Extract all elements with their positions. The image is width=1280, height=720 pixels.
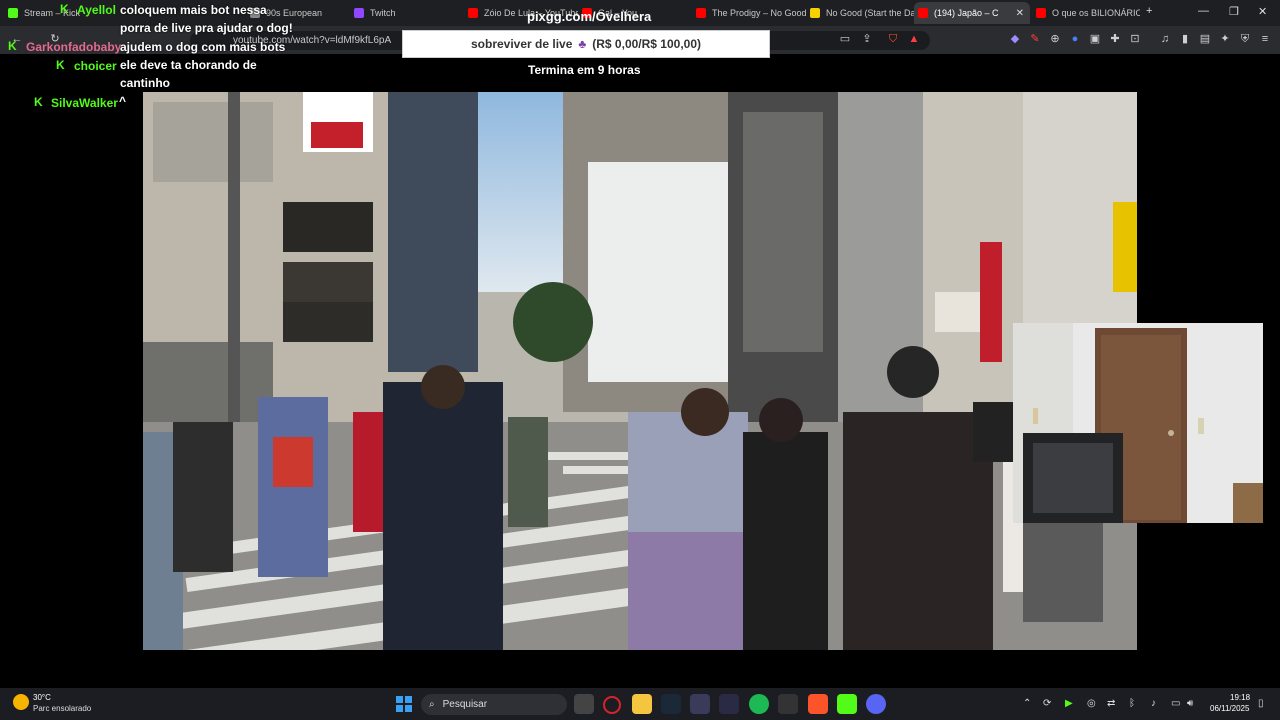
tab-title: (194) Japão – C — [934, 8, 999, 18]
tab-title: No Good (Start the Da — [826, 8, 914, 18]
show-hidden-icons[interactable]: ⌃ — [1023, 698, 1031, 709]
leo-ai-icon[interactable]: ✦ — [1218, 32, 1232, 46]
screenshot-icon[interactable]: ⊡ — [1128, 32, 1142, 46]
kick-app-icon[interactable] — [837, 694, 857, 714]
close-tab-icon[interactable]: ✕ — [1016, 8, 1024, 19]
chat-message: ^ — [119, 94, 127, 108]
app-icon[interactable] — [719, 694, 739, 714]
kick-badge-icon: K — [34, 95, 43, 109]
street-scene-image — [143, 92, 1137, 650]
extension-icon[interactable]: ✎ — [1028, 32, 1042, 46]
tray-app-icon[interactable]: ⇄ — [1107, 698, 1115, 709]
youtube-icon — [468, 8, 478, 18]
menu-icon[interactable]: ≡ — [1258, 32, 1272, 46]
extension-icon[interactable]: ◆ — [1008, 32, 1022, 46]
kick-badge-icon: K — [60, 2, 69, 16]
cast-icon[interactable]: ▭ — [838, 32, 852, 46]
wallet-icon[interactable]: ▤ — [1198, 32, 1212, 46]
share-icon[interactable]: ⇪ — [860, 32, 874, 46]
app-icon[interactable] — [690, 694, 710, 714]
taskbar-search[interactable]: ⌕ Pesquisar — [421, 694, 567, 715]
tab-japao-active[interactable]: (194) Japão – C ✕ — [914, 2, 1030, 24]
microphone-icon[interactable]: ♪ — [1151, 698, 1156, 709]
brave-rewards-icon[interactable]: ▲ — [907, 32, 921, 46]
steam-icon[interactable] — [661, 694, 681, 714]
goal-time-remaining: Termina em 9 horas — [528, 63, 641, 77]
new-tab-button[interactable]: + — [1146, 5, 1152, 17]
chat-username[interactable]: Ayellol — [77, 3, 116, 17]
video-player[interactable] — [143, 92, 1137, 650]
goal-amount: (R$ 0,00/R$ 100,00) — [592, 37, 701, 51]
chat-username[interactable]: choicer — [74, 59, 117, 73]
lyrics-icon — [810, 8, 820, 18]
spotify-icon[interactable] — [749, 694, 769, 714]
media-control-icon[interactable]: ♫ — [1158, 32, 1172, 46]
network-icon[interactable]: ▭ — [1171, 698, 1180, 709]
weather-description[interactable]: Parc ensolarado — [33, 704, 91, 713]
pix-icon: ♣ — [578, 37, 587, 51]
kick-icon — [8, 8, 18, 18]
weather-icon[interactable] — [13, 694, 29, 710]
sync-icon[interactable]: ⟳ — [1043, 698, 1051, 709]
tab-title: Stream – Kick — [24, 8, 81, 18]
extension-icon[interactable]: ▣ — [1088, 32, 1102, 46]
close-window-button[interactable]: ✕ — [1258, 5, 1267, 18]
webcam-overlay — [1013, 323, 1263, 523]
goal-label: sobreviver de live — [471, 37, 573, 51]
tab-title: The Prodigy – No Good — [712, 8, 806, 18]
file-explorer-icon[interactable] — [632, 694, 652, 714]
twitch-icon — [354, 8, 364, 18]
search-icon: ⌕ — [429, 699, 435, 710]
sidebar-icon[interactable]: ▮ — [1178, 32, 1192, 46]
extension-icon[interactable]: ● — [1068, 32, 1082, 46]
donation-link: pixgg.com/Ovelhera — [527, 9, 652, 24]
tab-no-good[interactable]: No Good (Start the Da — [806, 2, 914, 24]
webcam-room-image — [1013, 323, 1263, 523]
chat-username[interactable]: Garkonfadobaby — [26, 40, 121, 54]
tab-twitch[interactable]: Twitch — [350, 2, 464, 24]
tab-title: O que os BILIONÁRIOS — [1052, 8, 1140, 18]
task-view-icon[interactable] — [574, 694, 594, 714]
brave-shields-icon[interactable]: ⛉ — [886, 32, 900, 46]
windows-start-icon[interactable] — [396, 696, 412, 712]
discord-icon[interactable] — [866, 694, 886, 714]
chat-message: ajudem o dog com mais bots — [120, 40, 286, 54]
tab-title: Twitch — [370, 8, 396, 18]
youtube-icon — [1036, 8, 1046, 18]
donation-goal-bar: sobreviver de live ♣ (R$ 0,00/R$ 100,00) — [402, 30, 770, 58]
weather-temperature[interactable]: 30°C — [33, 693, 51, 702]
clock-time[interactable]: 19:18 — [1230, 693, 1250, 702]
tray-app-icon[interactable]: ◎ — [1087, 698, 1096, 709]
app-icon[interactable] — [778, 694, 798, 714]
tab-bilionarios[interactable]: O que os BILIONÁRIOS — [1032, 2, 1140, 24]
extension-icon[interactable]: ⊕ — [1048, 32, 1062, 46]
opera-icon[interactable] — [603, 696, 621, 714]
clock-date[interactable]: 06/11/2025 — [1210, 704, 1249, 713]
brave-icon[interactable] — [808, 694, 828, 714]
chat-message: coloquem mais bot nessa porra de live pr… — [120, 3, 293, 35]
extensions-puzzle-icon[interactable]: ✚ — [1108, 32, 1122, 46]
vpn-icon[interactable]: ⛨ — [1238, 32, 1252, 46]
maximize-button[interactable]: ❐ — [1229, 5, 1239, 18]
chat-message: ele deve ta chorando de cantinho — [120, 58, 257, 90]
volume-icon[interactable]: 🔊︎ — [1187, 698, 1193, 709]
kick-badge-icon: K — [56, 58, 65, 72]
tray-app-icon[interactable]: ▶ — [1065, 698, 1073, 709]
notifications-icon[interactable]: ▯ — [1258, 698, 1264, 709]
youtube-icon — [696, 8, 706, 18]
minimize-button[interactable]: — — [1198, 5, 1209, 17]
bluetooth-icon[interactable]: ᛒ — [1129, 698, 1135, 709]
chat-username[interactable]: SilvaWalker — [51, 96, 118, 110]
tab-prodigy[interactable]: The Prodigy – No Good — [692, 2, 806, 24]
search-placeholder: Pesquisar — [442, 699, 488, 710]
kick-badge-icon: K — [8, 39, 17, 53]
youtube-icon — [918, 8, 928, 18]
